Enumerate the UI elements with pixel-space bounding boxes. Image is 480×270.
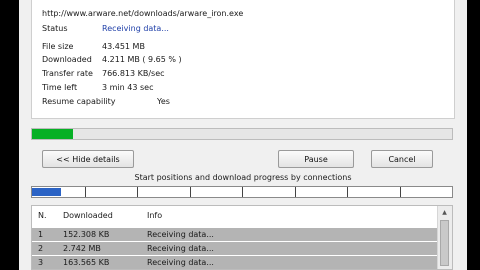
file-size-label: File size <box>42 42 74 51</box>
downloaded-label: Downloaded <box>42 55 92 64</box>
downloaded-value: 4.211 MB ( 9.65 % ) <box>102 55 182 64</box>
row-downloaded: 2.742 MB <box>63 244 101 253</box>
transfer-rate-row: Transfer rate 766.813 KB/sec <box>42 69 342 81</box>
connections-caption: Start positions and download progress by… <box>134 173 352 182</box>
connection-progress-segment <box>32 188 62 196</box>
transfer-rate-label: Transfer rate <box>42 69 93 78</box>
download-progress-fill <box>32 129 73 139</box>
row-number: 1 <box>38 230 44 239</box>
scroll-up-arrow-icon[interactable]: ▲ <box>438 206 451 218</box>
table-row[interactable]: 1 152.308 KB Receiving data... <box>32 228 438 241</box>
row-downloaded: 152.308 KB <box>63 230 110 239</box>
connections-progress-bar <box>31 186 453 198</box>
file-size-row: File size 43.451 MB <box>42 42 342 54</box>
column-header-downloaded[interactable]: Downloaded <box>63 211 113 220</box>
status-row: Status Receiving data... <box>42 24 342 36</box>
row-info: Receiving data... <box>147 258 214 267</box>
connection-start-marker <box>189 187 191 197</box>
download-dialog: http://www.arware.net/downloads/arware_i… <box>19 0 467 270</box>
file-size-value: 43.451 MB <box>102 42 145 51</box>
connections-table[interactable]: N. Downloaded Info 1 152.308 KB Receivin… <box>31 205 453 270</box>
connection-start-marker <box>347 187 348 197</box>
row-downloaded: 163.565 KB <box>63 258 110 267</box>
connection-start-marker <box>137 187 138 197</box>
table-row[interactable]: 2 2.742 MB Receiving data... <box>32 242 438 255</box>
resume-row: Resume capability Yes <box>42 97 342 109</box>
download-url: http://www.arware.net/downloads/arware_i… <box>42 9 244 18</box>
downloaded-row: Downloaded 4.211 MB ( 9.65 % ) <box>42 55 342 67</box>
row-info: Receiving data... <box>147 230 214 239</box>
table-header: N. Downloaded Info <box>32 206 438 222</box>
transfer-rate-value: 766.813 KB/sec <box>102 69 165 78</box>
column-header-number[interactable]: N. <box>38 211 47 220</box>
cancel-button[interactable]: Cancel <box>371 150 433 168</box>
row-number: 2 <box>38 244 44 253</box>
time-left-row: Time left 3 min 43 sec <box>42 83 342 95</box>
download-info-panel: http://www.arware.net/downloads/arware_i… <box>31 0 455 119</box>
connection-start-marker <box>294 187 296 197</box>
row-number: 3 <box>38 258 44 267</box>
row-info: Receiving data... <box>147 244 214 253</box>
status-label: Status <box>42 24 68 33</box>
table-row[interactable]: 3 163.565 KB Receiving data... <box>32 256 438 269</box>
status-value: Receiving data... <box>102 24 169 33</box>
connection-start-marker <box>242 187 243 197</box>
scrollbar-thumb[interactable] <box>440 220 449 266</box>
table-scrollbar[interactable]: ▲ <box>437 206 452 269</box>
connection-start-marker <box>399 187 401 197</box>
pause-button[interactable]: Pause <box>278 150 354 168</box>
hide-details-button[interactable]: << Hide details <box>42 150 134 168</box>
resume-label: Resume capability <box>42 97 116 106</box>
download-progress-bar <box>31 128 453 140</box>
connection-start-marker <box>84 187 86 197</box>
time-left-label: Time left <box>42 83 78 92</box>
time-left-value: 3 min 43 sec <box>102 83 154 92</box>
resume-value: Yes <box>157 97 170 106</box>
column-header-info[interactable]: Info <box>147 211 162 220</box>
